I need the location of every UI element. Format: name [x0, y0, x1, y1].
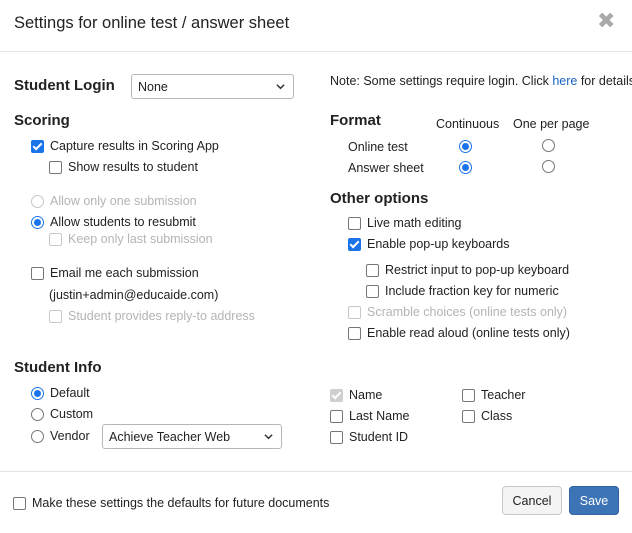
chevron-down-icon [276, 84, 285, 90]
answer-sheet-one-per-page-radio[interactable] [542, 160, 555, 173]
format-answer-sheet-label: Answer sheet [348, 161, 424, 175]
fraction-key-checkbox[interactable] [366, 284, 379, 298]
read-aloud-option[interactable]: Enable read aloud (online tests only) [348, 326, 570, 340]
scoring-heading: Scoring [14, 112, 70, 129]
show-results-option[interactable]: Show results to student [49, 160, 198, 174]
student-info-custom-option[interactable]: Custom [31, 407, 93, 421]
field-teacher-option[interactable]: Teacher [462, 388, 525, 402]
reply-to-checkbox[interactable] [49, 309, 62, 323]
online-test-one-per-page-radio[interactable] [542, 139, 555, 152]
field-last-name-checkbox[interactable] [330, 409, 343, 423]
online-test-continuous-radio[interactable] [459, 140, 472, 153]
email-submission-option[interactable]: Email me each submission [31, 266, 199, 280]
student-info-default-option[interactable]: Default [31, 386, 90, 400]
restrict-input-option[interactable]: Restrict input to pop-up keyboard [366, 263, 569, 277]
allow-one-submission-radio[interactable] [31, 194, 44, 208]
save-defaults-option[interactable]: Make these settings the defaults for fut… [13, 496, 329, 510]
popup-keyboards-checkbox[interactable] [348, 237, 361, 251]
format-col-one-per-page: One per page [513, 117, 590, 131]
email-address: (justin+admin@educaide.com) [49, 288, 219, 302]
read-aloud-checkbox[interactable] [348, 326, 361, 340]
student-info-vendor-radio[interactable] [31, 429, 44, 443]
allow-resubmit-option[interactable]: Allow students to resubmit [31, 215, 196, 229]
chevron-down-icon [264, 434, 273, 440]
live-math-option[interactable]: Live math editing [348, 216, 462, 230]
field-class-checkbox[interactable] [462, 409, 475, 423]
close-icon[interactable]: ✖ [597, 10, 615, 32]
format-heading: Format [330, 112, 381, 129]
answer-sheet-continuous-radio[interactable] [459, 161, 472, 174]
field-class-option[interactable]: Class [462, 409, 512, 423]
popup-keyboards-option[interactable]: Enable pop-up keyboards [348, 237, 509, 251]
format-col-continuous: Continuous [436, 117, 500, 131]
allow-one-submission-option[interactable]: Allow only one submission [31, 194, 197, 208]
cancel-button[interactable]: Cancel [502, 486, 562, 515]
keep-last-submission-option[interactable]: Keep only last submission [49, 232, 213, 246]
capture-results-option[interactable]: Capture results in Scoring App [31, 139, 219, 153]
email-submission-checkbox[interactable] [31, 266, 44, 280]
student-info-custom-radio[interactable] [31, 407, 44, 421]
capture-results-checkbox[interactable] [31, 139, 44, 153]
student-login-select[interactable]: None [131, 74, 294, 99]
fraction-key-option[interactable]: Include fraction key for numeric [366, 284, 559, 298]
scramble-choices-checkbox[interactable] [348, 305, 361, 319]
live-math-checkbox[interactable] [348, 216, 361, 230]
dialog-title: Settings for online test / answer sheet [14, 14, 290, 32]
student-login-value: None [138, 79, 168, 94]
student-info-vendor-option[interactable]: Vendor [31, 429, 90, 443]
footer-divider [0, 471, 632, 472]
vendor-select-value: Achieve Teacher Web [109, 429, 231, 444]
details-link[interactable]: here [552, 74, 577, 88]
login-note: Note: Some settings require login. Click… [330, 74, 632, 88]
show-results-checkbox[interactable] [49, 160, 62, 174]
student-login-heading: Student Login [14, 77, 115, 94]
save-defaults-checkbox[interactable] [13, 496, 26, 510]
save-button[interactable]: Save [569, 486, 619, 515]
scramble-choices-option[interactable]: Scramble choices (online tests only) [348, 305, 567, 319]
format-online-test-label: Online test [348, 140, 408, 154]
field-name-option[interactable]: Name [330, 388, 382, 402]
other-options-heading: Other options [330, 190, 429, 207]
restrict-input-checkbox[interactable] [366, 263, 379, 277]
field-name-checkbox[interactable] [330, 388, 343, 402]
field-student-id-option[interactable]: Student ID [330, 430, 408, 444]
reply-to-option[interactable]: Student provides reply-to address [49, 309, 255, 323]
field-last-name-option[interactable]: Last Name [330, 409, 409, 423]
student-info-heading: Student Info [14, 359, 102, 376]
field-student-id-checkbox[interactable] [330, 430, 343, 444]
vendor-select[interactable]: Achieve Teacher Web [102, 424, 282, 449]
allow-resubmit-radio[interactable] [31, 215, 44, 229]
field-teacher-checkbox[interactable] [462, 388, 475, 402]
keep-last-submission-checkbox[interactable] [49, 232, 62, 246]
student-info-default-radio[interactable] [31, 386, 44, 400]
header-divider [0, 51, 632, 52]
